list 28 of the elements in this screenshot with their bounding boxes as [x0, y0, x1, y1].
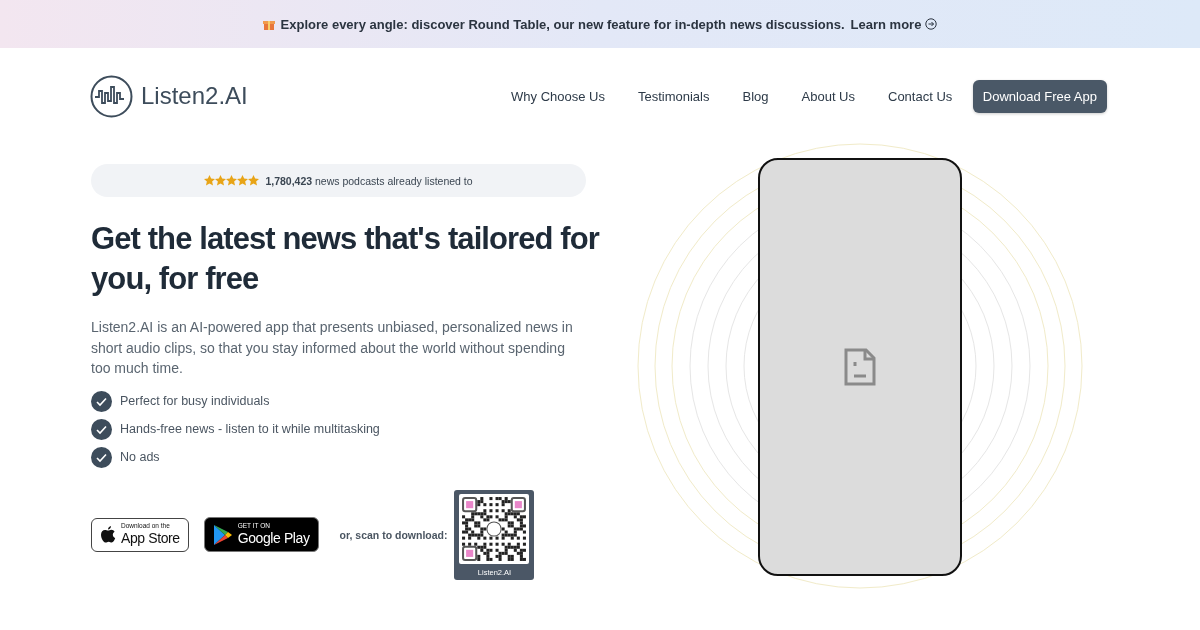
star-icon: [204, 175, 216, 186]
nav-link[interactable]: Contact Us: [871, 88, 969, 104]
nav-link[interactable]: Why Choose Us: [494, 88, 622, 104]
play-triangle-icon: [212, 523, 233, 546]
nav-link[interactable]: Testimonials: [621, 88, 726, 104]
arrow-circle-icon: [925, 18, 938, 30]
feature-text: Perfect for busy individuals: [120, 394, 270, 408]
star-icon: [215, 175, 227, 186]
stats-text: 1,780,423 news podcasts already listened to: [265, 174, 473, 187]
scan-label: or, scan to download:: [339, 528, 448, 541]
learn-more-link[interactable]: Learn more: [850, 16, 938, 32]
nav-link[interactable]: About Us: [785, 88, 872, 104]
star-icon: [237, 175, 249, 186]
star-icon: [248, 175, 260, 186]
banner-text: Explore every angle: discover Round Table, our new feature for in-depth news discussions.: [280, 16, 845, 32]
broken-image-icon: [844, 348, 876, 386]
logo-icon: [90, 74, 133, 118]
logo-text[interactable]: Listen2.AI: [141, 82, 248, 110]
apple-icon: [100, 525, 116, 544]
download-button[interactable]: Download Free App: [972, 79, 1107, 113]
nav-link[interactable]: Blog: [726, 88, 785, 104]
qr-code-icon: [459, 493, 530, 564]
feature-text: Hands-free news - listen to it while multitasking: [120, 422, 380, 436]
hero-description: Listen2.AI is an AI-powered app that presents unbiased, personalized news in short audio clips, so that you stay informed about the world without spending too much time.: [91, 318, 574, 378]
star-icon: [226, 175, 238, 186]
feature-text: No ads: [120, 450, 160, 464]
hero-title: Get the latest news that's tailored for you, for free: [91, 220, 601, 298]
gift-icon: [262, 18, 275, 30]
